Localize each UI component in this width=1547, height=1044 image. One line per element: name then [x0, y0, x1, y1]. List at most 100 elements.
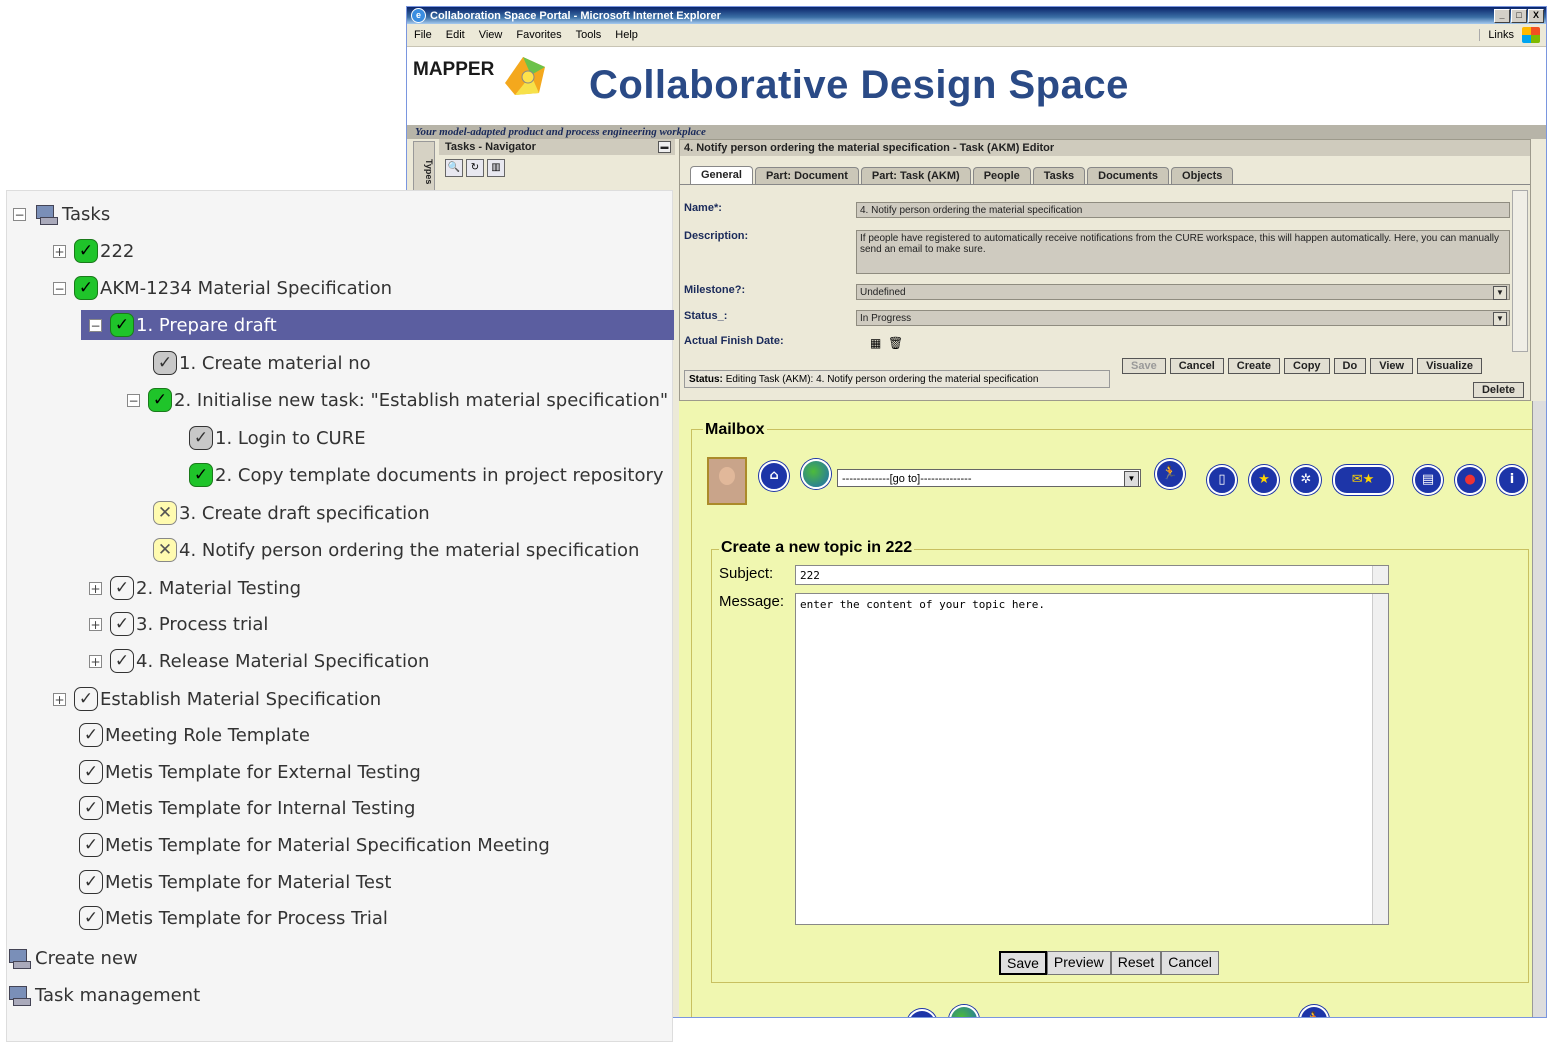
tree-item[interactable]: ✓ Metis Template for Material Specificat…	[79, 830, 550, 860]
copy-button[interactable]: Copy	[1284, 358, 1330, 374]
menu-favorites[interactable]: Favorites	[509, 29, 568, 41]
chart-icon[interactable]: ▥	[487, 159, 505, 177]
close-button[interactable]: X	[1528, 8, 1544, 23]
maximize-button[interactable]: □	[1511, 8, 1527, 23]
visualize-button[interactable]: Visualize	[1417, 358, 1482, 374]
expand-icon[interactable]: +	[89, 581, 102, 595]
goto-select[interactable]: -------------[go to]-------------- ▼	[837, 469, 1141, 487]
cancel-topic-button[interactable]: Cancel	[1161, 951, 1219, 975]
collapse-icon[interactable]: −	[127, 393, 140, 407]
chevron-down-icon[interactable]: ▼	[1493, 312, 1507, 326]
tab-general[interactable]: General	[690, 166, 753, 184]
minimize-button[interactable]: _	[1494, 8, 1510, 23]
tree-item-label: Meeting Role Template	[105, 724, 310, 746]
tree-item[interactable]: ✓ 2. Copy template documents in project …	[189, 460, 664, 490]
preview-button[interactable]: Preview	[1046, 951, 1111, 975]
subject-input[interactable]: 222	[795, 565, 1389, 585]
documents-icon[interactable]: ▤	[1413, 465, 1443, 495]
editor-actions: Save Cancel Create Copy Do View Visualiz…	[1122, 358, 1482, 374]
exit-icon[interactable]: 🏃	[1155, 459, 1185, 489]
tab-objects[interactable]: Objects	[1171, 167, 1234, 184]
menu-tools[interactable]: Tools	[569, 29, 609, 41]
tab-tasks[interactable]: Tasks	[1032, 167, 1086, 184]
tab-part-document[interactable]: Part: Document	[754, 167, 859, 184]
tree-item[interactable]: − ✓ 2. Initialise new task: "Establish m…	[127, 385, 668, 415]
new-document-icon[interactable]: ▯	[1207, 465, 1237, 495]
subject-scrollbar[interactable]	[1372, 566, 1388, 584]
page-scrollbar[interactable]	[1532, 401, 1546, 1017]
minimize-panel-icon[interactable]: ▬	[658, 141, 671, 153]
search-icon[interactable]: 🔍	[445, 159, 463, 177]
status-bar-label: Status:	[689, 374, 723, 385]
menu-bar: File Edit View Favorites Tools Help Link…	[407, 24, 1546, 47]
view-button[interactable]: View	[1370, 358, 1414, 374]
trash-icon[interactable]: 🗑	[888, 336, 903, 350]
globe-icon[interactable]	[801, 459, 831, 489]
home-icon[interactable]: ⌂	[759, 461, 789, 491]
tree-item[interactable]: + ✓ 4. Release Material Specification	[89, 646, 429, 676]
milestone-select[interactable]: Undefined ▼	[856, 284, 1510, 300]
tree-item[interactable]: ✓ 1. Create material no	[153, 348, 371, 378]
calendar-icon[interactable]: ▦	[870, 336, 881, 350]
tree-item[interactable]: ✕ 4. Notify person ordering the material…	[153, 535, 639, 565]
editor-scrollbar[interactable]	[1512, 190, 1528, 352]
save-button[interactable]: Save	[1122, 358, 1166, 374]
message-scrollbar[interactable]	[1372, 594, 1388, 924]
refresh-icon[interactable]: ↻	[466, 159, 484, 177]
links-toolbar[interactable]: Links	[1479, 29, 1522, 41]
tab-documents[interactable]: Documents	[1087, 167, 1170, 184]
expand-icon[interactable]: +	[89, 654, 102, 668]
tree-item[interactable]: ✓ Metis Template for Process Trial	[79, 903, 388, 933]
create-button[interactable]: Create	[1227, 358, 1281, 374]
star-icon[interactable]: ★	[1249, 465, 1279, 495]
task-management-item[interactable]: Task management	[7, 980, 200, 1010]
tree-item[interactable]: ✓ 1. Login to CURE	[189, 423, 366, 453]
tree-item[interactable]: ✓ Metis Template for Material Test	[79, 867, 391, 897]
menu-file[interactable]: File	[407, 29, 439, 41]
chevron-down-icon[interactable]: ▼	[1493, 286, 1507, 300]
tree-item[interactable]: + ✓ 2. Material Testing	[89, 573, 301, 603]
expand-icon[interactable]: +	[53, 692, 66, 706]
tree-item[interactable]: + ✓ Establish Material Specification	[53, 684, 381, 714]
tree-item-label: Establish Material Specification	[100, 688, 382, 710]
delete-button[interactable]: Delete	[1472, 382, 1524, 398]
avatar[interactable]	[707, 457, 747, 505]
tab-people[interactable]: People	[972, 167, 1031, 184]
cross-icon: ✕	[153, 501, 177, 525]
cancel-button[interactable]: Cancel	[1169, 358, 1224, 374]
menu-edit[interactable]: Edit	[439, 29, 472, 41]
mail-star-icon[interactable]: ✉★	[1333, 465, 1393, 495]
collapse-icon[interactable]: −	[13, 207, 26, 221]
mapper-logo[interactable]: MAPPER	[413, 59, 494, 81]
expand-icon[interactable]: +	[89, 617, 102, 631]
tree-item-selected[interactable]: − ✓ 1. Prepare draft	[81, 310, 674, 340]
tree-item[interactable]: + ✓ 3. Process trial	[89, 609, 268, 639]
network-icon[interactable]: ✲	[1291, 465, 1321, 495]
tree-item[interactable]: ✓ Metis Template for Internal Testing	[79, 793, 415, 823]
menu-view[interactable]: View	[472, 29, 510, 41]
expand-icon[interactable]: +	[53, 244, 66, 258]
subject-label: Subject:	[719, 565, 774, 582]
message-textarea[interactable]: enter the content of your topic here.	[795, 593, 1389, 925]
chevron-down-icon[interactable]: ▼	[1124, 471, 1139, 487]
create-new-item[interactable]: Create new	[7, 943, 138, 973]
computer-icon	[7, 984, 33, 1006]
reset-button[interactable]: Reset	[1110, 951, 1162, 975]
description-field[interactable]: If people have registered to automatical…	[856, 230, 1510, 274]
tree-root[interactable]: − Tasks	[13, 199, 110, 229]
status-select[interactable]: In Progress ▼	[856, 310, 1510, 326]
tab-part-task[interactable]: Part: Task (AKM)	[860, 167, 971, 184]
menu-help[interactable]: Help	[608, 29, 645, 41]
tree-item[interactable]: ✓ Metis Template for External Testing	[79, 757, 421, 787]
save-topic-button[interactable]: Save	[999, 951, 1047, 975]
collapse-icon[interactable]: −	[53, 281, 66, 295]
tree-item[interactable]: ✓ Meeting Role Template	[79, 720, 310, 750]
do-button[interactable]: Do	[1333, 358, 1367, 374]
info-icon[interactable]: i	[1497, 465, 1527, 495]
tree-item[interactable]: ✕ 3. Create draft specification	[153, 498, 430, 528]
tree-item[interactable]: + ✓ 222	[53, 236, 134, 266]
name-field[interactable]: 4. Notify person ordering the material s…	[856, 202, 1510, 218]
collapse-icon[interactable]: −	[89, 318, 102, 332]
tree-item[interactable]: − ✓ AKM-1234 Material Specification	[53, 273, 392, 303]
search-icon[interactable]: ●	[1455, 465, 1485, 495]
